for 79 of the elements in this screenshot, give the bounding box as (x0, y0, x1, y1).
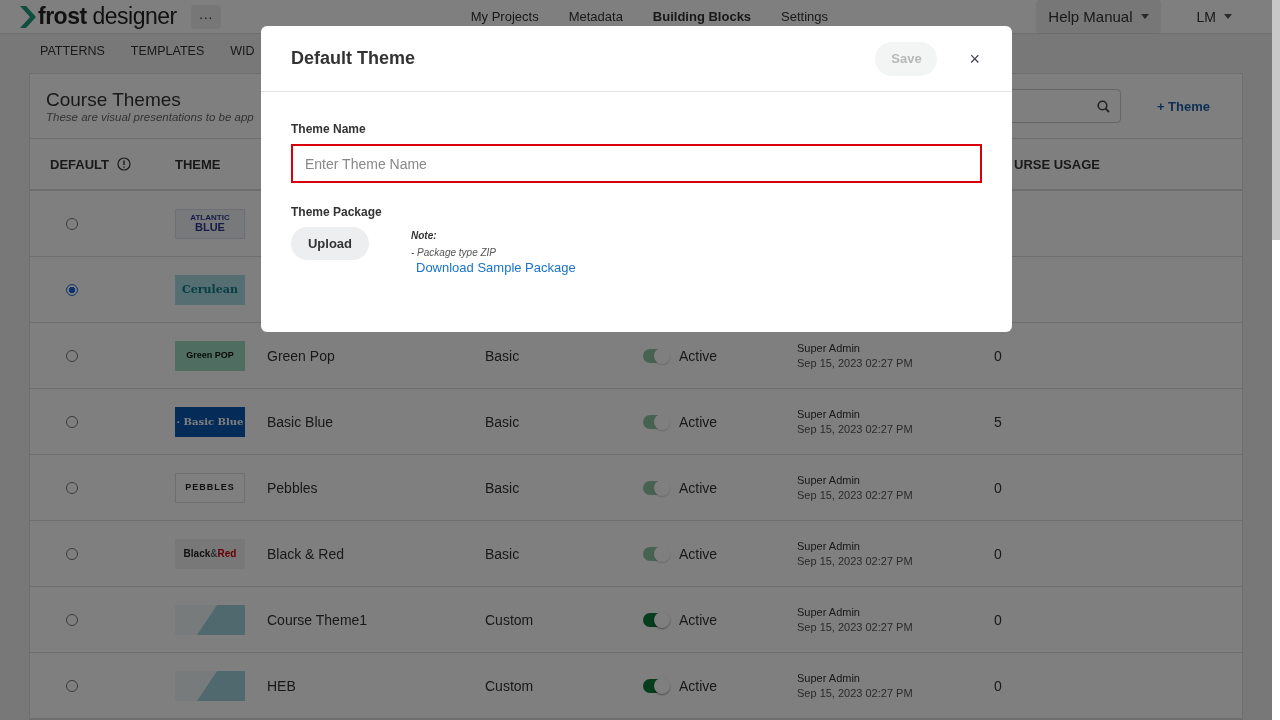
nav-link[interactable]: Building Blocks (652, 9, 752, 25)
created-by: Super Admin (797, 474, 861, 486)
theme-thumbnail: Black&Red (175, 538, 245, 569)
column-header: THEME (175, 156, 221, 172)
theme-thumbnail: PEBBLES (175, 472, 245, 503)
theme-thumbnail: Cerulean (175, 274, 245, 305)
nav-link[interactable]: My Projects (470, 9, 539, 25)
more-button[interactable]: ··· (190, 4, 221, 29)
chevron-logo-icon (20, 5, 36, 28)
close-button[interactable]: × (967, 49, 982, 68)
subnav-tab[interactable]: TEMPLATES (130, 44, 205, 59)
theme-thumbnail: ATLANTIC BLUE (175, 208, 245, 239)
theme-name-input[interactable]: Enter Theme Name (291, 144, 982, 183)
field-label: Theme Name (291, 122, 367, 136)
caret-icon (1140, 14, 1149, 20)
usage-count: 5 (994, 413, 1002, 430)
add-theme-link[interactable]: + Theme (1156, 98, 1210, 114)
status-toggle[interactable] (643, 678, 669, 693)
theme-name: Pebbles (267, 479, 318, 496)
created-date: Sep 15, 2023 02:27 PM (797, 423, 914, 435)
usage-count: 0 (994, 677, 1002, 694)
download-link[interactable]: Download Sample Package (416, 260, 576, 275)
theme-thumbnail: · Basic Blue (175, 406, 245, 437)
help-manual-dropdown[interactable]: Help Manual (1036, 0, 1161, 34)
subnav-tab[interactable]: WID (230, 44, 255, 59)
status-label: Active (679, 677, 718, 694)
created-by: Super Admin (797, 342, 861, 354)
status-label: Active (679, 347, 718, 364)
column-header: DEFAULT (50, 156, 109, 172)
status-toggle[interactable] (643, 612, 669, 627)
note-title: Note: (411, 230, 438, 241)
theme-name: HEB (267, 677, 296, 694)
theme-type: Custom (485, 677, 534, 694)
theme-thumbnail: Green POP (175, 340, 245, 371)
theme-type: Basic (485, 413, 520, 430)
modal-title: Default Theme (291, 48, 416, 69)
logo-wordmark: frost designer (38, 3, 177, 31)
field-label: Theme Package (291, 205, 383, 219)
card-subtitle: These are visual presentations to be app (46, 111, 254, 123)
status-label: Active (679, 545, 718, 562)
subnav-tab[interactable]: PATTERNS (40, 44, 105, 59)
created-by: Super Admin (797, 606, 861, 618)
created-date: Sep 15, 2023 02:27 PM (797, 687, 914, 699)
created-date: Sep 15, 2023 02:27 PM (797, 489, 914, 501)
theme-name: Black & Red (267, 545, 345, 562)
nav-link[interactable]: Metadata (568, 9, 623, 25)
usage-count: 0 (994, 545, 1002, 562)
usage-count: 0 (994, 479, 1002, 496)
theme-name: Basic Blue (267, 413, 334, 430)
caret-icon (1224, 14, 1232, 20)
default-radio[interactable] (66, 217, 78, 230)
note-text: - Package type ZIP (411, 247, 498, 258)
theme-name: Course Theme1 (267, 611, 368, 628)
status-label: Active (679, 413, 718, 430)
column-header: URSE USAGE (1014, 156, 1100, 172)
scrollbar-thumb[interactable] (1272, 0, 1280, 240)
status-label: Active (679, 479, 718, 496)
created-by: Super Admin (797, 672, 861, 684)
created-date: Sep 15, 2023 02:27 PM (797, 357, 914, 369)
status-label: Active (679, 611, 718, 628)
default-radio[interactable] (66, 613, 78, 626)
usage-count: 0 (994, 347, 1002, 364)
user-menu[interactable]: LM (1190, 7, 1238, 26)
created-date: Sep 15, 2023 02:27 PM (797, 621, 914, 633)
usage-count: 0 (994, 611, 1002, 628)
upload-button[interactable]: Upload (291, 227, 369, 260)
theme-type: Basic (485, 479, 520, 496)
search-icon (1096, 99, 1110, 113)
theme-name: Green Pop (267, 347, 335, 364)
theme-type: Basic (485, 347, 520, 364)
card-title: Course Themes (46, 89, 182, 111)
created-by: Super Admin (797, 408, 861, 420)
default-radio[interactable] (66, 679, 78, 692)
theme-type: Custom (485, 611, 534, 628)
nav-link[interactable]: Settings (781, 9, 829, 25)
theme-type: Basic (485, 545, 520, 562)
created-by: Super Admin (797, 540, 861, 552)
created-date: Sep 15, 2023 02:27 PM (797, 555, 914, 567)
default-radio[interactable] (66, 283, 78, 296)
